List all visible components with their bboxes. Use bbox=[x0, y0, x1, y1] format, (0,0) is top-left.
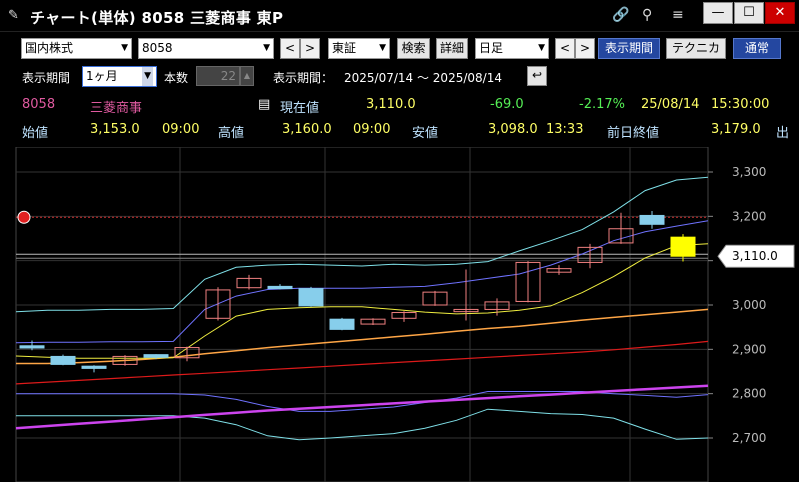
prev-close-price: 3,179.0 bbox=[711, 122, 761, 137]
plot-area bbox=[15, 147, 709, 482]
count-stepper[interactable]: ▲ bbox=[240, 66, 254, 86]
low-label: 安値 bbox=[412, 126, 439, 141]
close-button[interactable]: ✕ bbox=[765, 2, 795, 24]
candle-body bbox=[670, 236, 696, 257]
refresh-button[interactable]: ↩ bbox=[527, 66, 547, 86]
y-tick-label: 2,900 bbox=[732, 342, 766, 356]
price-chart[interactable]: 3,3003,2003,1003,0002,9002,8002,7003,110… bbox=[0, 147, 799, 482]
y-tick-label: 2,800 bbox=[732, 387, 766, 401]
stock-code: 8058 bbox=[22, 97, 56, 112]
low-time: 13:33 bbox=[546, 122, 584, 137]
candle-body bbox=[50, 355, 76, 365]
current-price-tag: 3,110.0 bbox=[717, 244, 795, 268]
market-select-value: 国内株式 bbox=[25, 41, 74, 55]
exchange-select[interactable]: 東証 ▼ bbox=[328, 38, 390, 59]
maximize-button[interactable]: ☐ bbox=[734, 2, 764, 24]
period-type-value: 日足 bbox=[479, 41, 504, 55]
prev-close-label: 前日終値 bbox=[607, 126, 660, 141]
code-input[interactable]: 8058 ▼ bbox=[138, 38, 274, 59]
low-price: 3,098.0 bbox=[488, 122, 538, 137]
return-icon: ↩ bbox=[531, 68, 543, 82]
high-time: 09:00 bbox=[353, 122, 391, 137]
count-label: 本数 bbox=[164, 71, 189, 85]
high-label: 高値 bbox=[218, 126, 245, 141]
range-value: 2025/07/14 ～ 2025/08/14 bbox=[344, 71, 502, 85]
period-label: 表示期間 bbox=[22, 71, 71, 85]
minimize-button[interactable]: — bbox=[703, 2, 733, 24]
current-price: 3,110.0 bbox=[366, 97, 416, 112]
normal-button[interactable]: 通常 bbox=[733, 38, 781, 59]
market-select[interactable]: 国内株式 ▼ bbox=[21, 38, 132, 59]
open-time: 09:00 bbox=[162, 122, 200, 137]
search-button[interactable]: 検索 bbox=[397, 38, 430, 59]
quote-time: 15:30:00 bbox=[711, 97, 770, 112]
period-type-select[interactable]: 日足 ▼ bbox=[475, 38, 549, 59]
y-tick-label: 3,200 bbox=[732, 209, 766, 223]
current-price-tag-label: 3,110.0 bbox=[732, 249, 778, 263]
price-change-percent: -2.17% bbox=[579, 97, 625, 112]
alert-marker bbox=[17, 210, 31, 224]
ohlc-row: 始値 3,153.0 09:00 高値 3,160.0 09:00 安値 3,0… bbox=[0, 122, 799, 142]
y-tick-label: 3,300 bbox=[732, 165, 766, 179]
period-select-value: 1ヶ月 bbox=[86, 69, 118, 83]
price-change: -69.0 bbox=[490, 97, 524, 112]
detail-button[interactable]: 詳細 bbox=[436, 38, 468, 59]
toolbar-main: 国内株式 ▼ 8058 ▼ < > 東証 ▼ 検索 詳細 日足 ▼ < > 表示… bbox=[0, 34, 799, 74]
window-title: チャート(単体) 8058 三菱商事 東P bbox=[30, 9, 284, 27]
candle-body bbox=[639, 214, 665, 225]
exchange-select-value: 東証 bbox=[332, 41, 357, 55]
open-label: 始値 bbox=[22, 126, 49, 141]
current-price-label: 現在値 bbox=[280, 101, 320, 116]
y-tick-label: 2,700 bbox=[732, 431, 766, 445]
period-select[interactable]: 1ヶ月 ▼ bbox=[82, 66, 157, 87]
candle-body bbox=[298, 288, 324, 307]
quote-row: 8058 三菱商事 ▤ 現在値 3,110.0 -69.0 -2.17% 25/… bbox=[0, 97, 799, 117]
stock-name: 三菱商事 bbox=[90, 101, 143, 116]
candle-body bbox=[329, 318, 355, 330]
chevron-down-icon: ▼ bbox=[121, 43, 128, 53]
search-icon[interactable]: ⚲ bbox=[642, 7, 652, 23]
candle-body bbox=[19, 345, 45, 349]
document-icon: ▤ bbox=[258, 97, 271, 112]
candle-body bbox=[267, 285, 293, 290]
next-period-button[interactable]: > bbox=[575, 38, 595, 59]
toolbar-period: 表示期間 1ヶ月 ▼ 本数 22 ▲ 表示期間： 2025/07/14 ～ 20… bbox=[0, 64, 799, 90]
high-price: 3,160.0 bbox=[282, 122, 332, 137]
chevron-down-icon: ▼ bbox=[379, 43, 386, 53]
chevron-down-icon: ▼ bbox=[538, 43, 545, 53]
code-input-value: 8058 bbox=[142, 41, 173, 55]
chevron-down-icon: ▼ bbox=[142, 67, 153, 86]
prev-code-button[interactable]: < bbox=[280, 38, 300, 59]
chevron-down-icon: ▼ bbox=[263, 43, 270, 53]
candle-body bbox=[143, 354, 169, 358]
candle-body bbox=[81, 365, 107, 369]
prev-period-button[interactable]: < bbox=[555, 38, 575, 59]
y-tick-label: 3,000 bbox=[732, 298, 766, 312]
count-input[interactable]: 22 bbox=[196, 66, 240, 86]
menu-icon[interactable]: ≡ bbox=[672, 7, 684, 23]
trailing-label: 出 bbox=[776, 126, 790, 141]
link-icon[interactable]: 🔗 bbox=[612, 7, 629, 23]
technical-button[interactable]: テクニカル bbox=[666, 38, 726, 74]
next-code-button[interactable]: > bbox=[300, 38, 320, 59]
quote-date: 25/08/14 bbox=[641, 97, 700, 112]
range-label: 表示期間： bbox=[273, 71, 334, 85]
open-price: 3,153.0 bbox=[90, 122, 140, 137]
display-period-button[interactable]: 表示期間 bbox=[598, 38, 660, 59]
app-icon: ✎ bbox=[8, 8, 19, 23]
title-bar: ✎ チャート(単体) 8058 三菱商事 東P 🔗 ⚲ ≡ — ☐ ✕ bbox=[0, 0, 799, 32]
